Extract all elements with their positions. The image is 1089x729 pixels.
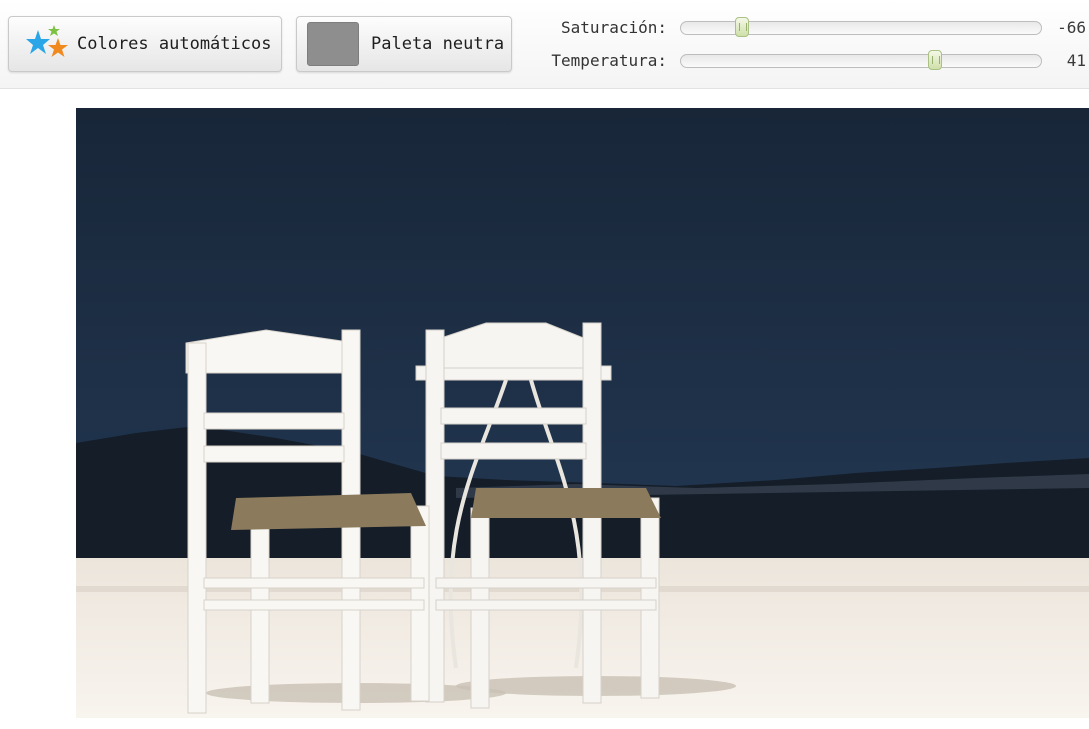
temperature-slider[interactable] <box>680 50 1042 70</box>
saturation-slider-thumb[interactable] <box>735 17 750 37</box>
image-canvas <box>0 89 1089 729</box>
auto-colors-label: Colores automáticos <box>77 34 272 54</box>
neutral-color-swatch <box>307 22 359 66</box>
neutral-palette-label: Paleta neutra <box>371 34 505 54</box>
multicolor-stars-icon <box>26 25 68 57</box>
saturation-label: Saturación: <box>561 18 667 37</box>
photo-preview <box>76 108 1089 718</box>
toolbar: Colores automáticos Paleta neutra Satura… <box>0 0 1089 89</box>
saturation-slider[interactable] <box>680 17 1042 37</box>
saturation-value: -66 <box>1057 18 1086 37</box>
temperature-slider-thumb[interactable] <box>927 50 942 70</box>
auto-colors-button[interactable]: Colores automáticos <box>8 16 282 72</box>
neutral-palette-button[interactable]: Paleta neutra <box>296 16 512 72</box>
temperature-value: 41 <box>1066 51 1086 70</box>
temperature-label: Temperatura: <box>551 51 667 70</box>
